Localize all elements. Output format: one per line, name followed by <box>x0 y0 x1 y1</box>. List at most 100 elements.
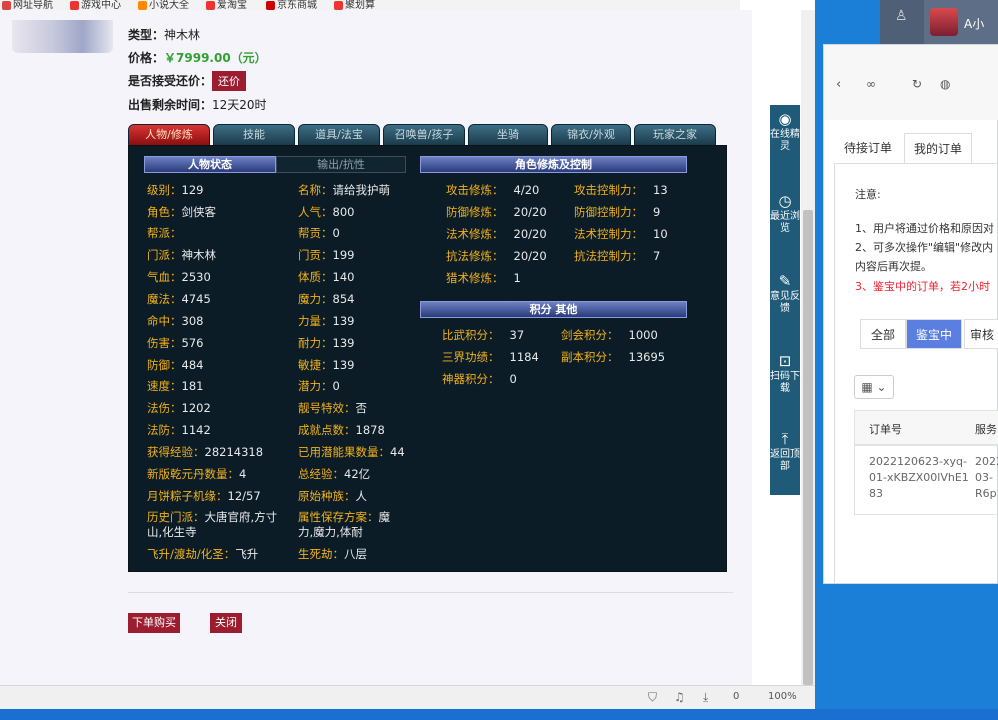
feedback-item[interactable]: ✎ 意见反馈 <box>770 274 800 315</box>
tab-pending-orders[interactable]: 待接订单 <box>834 133 902 163</box>
note-2: 2、可多次操作"编辑"修改内 <box>855 241 994 254</box>
buy-button[interactable]: 下单购买 <box>128 613 180 633</box>
stat-left-6: 命中：308 <box>147 313 203 329</box>
back-icon[interactable]: ‹ <box>836 77 841 92</box>
bookmark-1[interactable]: 网址导航 <box>2 0 53 10</box>
bargain-button[interactable]: 还价 <box>212 71 247 91</box>
tab-mounts[interactable]: 坐骑 <box>468 124 548 146</box>
tab-character[interactable]: 人物/修炼 <box>128 124 210 146</box>
stat-mid-8-label: 敏捷： <box>298 358 333 372</box>
tab-items[interactable]: 道具/法宝 <box>298 124 380 146</box>
stat-mid-17-label: 生死劫： <box>298 547 344 561</box>
table-row[interactable]: 2022120623-xyq-01-xKBZX00lVhE183 2022 03… <box>854 445 998 515</box>
close-button[interactable]: 关闭 <box>210 613 242 633</box>
stat-mid-12-value: 44 <box>390 445 405 459</box>
stat-mid-9: 潜力：0 <box>298 378 340 394</box>
stat-mid-3: 门贡：199 <box>298 247 354 263</box>
stat-mid-14-label: 原始种族： <box>298 489 356 503</box>
tab-my-orders[interactable]: 我的订单 <box>904 133 972 163</box>
stat-mid-13-value: 42亿 <box>344 467 371 481</box>
jifen-2: 神器积分： 0 <box>442 371 517 387</box>
control-3: 抗法控制力： 7 <box>574 248 660 264</box>
arrow-up-icon: ⤒ <box>781 430 789 448</box>
stat-left-14: 月饼粽子机缘：12/57 <box>147 488 261 504</box>
qrcode-item[interactable]: ⊡ 扫码下载 <box>770 354 800 395</box>
speaker-icon[interactable]: ♫ <box>674 690 685 704</box>
xiulian-4: 猎术修炼： 1 <box>446 270 521 286</box>
stat-left-10-value: 1202 <box>181 401 211 415</box>
shield-icon[interactable]: ⛉ <box>648 690 657 705</box>
refresh-icon[interactable]: ↻ <box>912 77 922 91</box>
user-icon-box[interactable]: ♙ <box>880 0 924 44</box>
zoom-level[interactable]: 100% <box>768 691 797 702</box>
back-top-item[interactable]: ⤒ 返回顶部 <box>770 430 800 473</box>
subtab-status[interactable]: 人物状态 <box>144 156 276 173</box>
stat-mid-5-value: 854 <box>332 292 355 306</box>
stat-left-12-value: 28214318 <box>204 445 264 459</box>
stat-left-15: 历史门派：大唐官府,方寸 <box>147 509 277 525</box>
stat-mid-13-label: 总经验： <box>298 467 344 481</box>
stat-mid-3-label: 门贡： <box>298 248 333 262</box>
xiulian-0-label: 攻击修炼： <box>446 183 504 197</box>
note-3: 内容后再次提。 <box>855 260 932 273</box>
jifen-2-value: 0 <box>509 372 517 386</box>
stat-left-10-label: 法伤： <box>147 401 182 415</box>
filter-appraising[interactable]: 鉴宝中 <box>906 319 962 349</box>
stat-left-12-label: 获得经验： <box>147 445 205 459</box>
jifen-header: 积分 其他 <box>420 301 687 318</box>
bargain-line: 是否接受还价： 还价 <box>128 71 247 91</box>
stat-left-0: 级别：129 <box>147 182 203 198</box>
link-icon[interactable]: ∞ <box>866 77 876 91</box>
control-1: 防御控制力： 9 <box>574 204 660 220</box>
avatar[interactable] <box>930 8 958 36</box>
stat-left-7: 伤害：576 <box>147 335 203 351</box>
jifen-1: 三界功绩： 1184 <box>442 349 539 365</box>
download-icon[interactable]: ⤓ <box>703 690 708 705</box>
stat-left-3: 门派：神木林 <box>147 247 216 263</box>
stat-left-15-label: 历史门派： <box>147 510 205 524</box>
table-header: 订单号 服务 <box>854 410 998 445</box>
character-panel: 人物状态 输出/抗性 角色修炼及控制 积分 其他 级别：129 角色：剑侠客 帮派：… <box>128 145 727 572</box>
adblock-count[interactable]: 0 <box>733 691 739 702</box>
col-service: 服务 <box>975 423 997 436</box>
scrollbar-thumb[interactable] <box>803 210 813 685</box>
bookmark-3[interactable]: 小说大全 <box>138 0 189 10</box>
stat-mid-5: 魔力：854 <box>298 291 354 307</box>
xiulian-4-value: 1 <box>513 271 521 285</box>
subtab-output[interactable]: 输出/抗性 <box>276 156 406 173</box>
stat-left-0-value: 129 <box>181 183 204 197</box>
stat-mid-1-value: 800 <box>332 205 355 219</box>
bookmark-5[interactable]: 京东商城 <box>266 0 317 10</box>
control-0-label: 攻击控制力： <box>574 183 643 197</box>
tab-home[interactable]: 玩家之家 <box>634 124 716 146</box>
bookmark-2[interactable]: 游戏中心 <box>70 0 121 10</box>
xiulian-2-label: 法术修炼： <box>446 227 504 241</box>
stat-left-11: 法防：1142 <box>147 422 211 438</box>
bookmarks-bar: 网址导航 游戏中心 小说大全 爱淘宝 京东商城 聚划算 <box>0 0 740 10</box>
stat-left-4-label: 气血： <box>147 270 182 284</box>
filter-review[interactable]: 审核 <box>964 319 998 349</box>
character-avatar <box>12 20 113 53</box>
person-icon: ♙ <box>895 8 908 24</box>
globe-icon[interactable]: ◍ <box>940 77 950 91</box>
control-2-label: 法术控制力： <box>574 227 643 241</box>
column-toggle[interactable]: ▦ ⌄ <box>854 375 894 399</box>
xiulian-3: 抗法修炼： 20/20 <box>446 248 547 264</box>
bookmark-6[interactable]: 聚划算 <box>334 0 375 10</box>
filter-all[interactable]: 全部 <box>860 319 906 349</box>
stat-mid-10: 靓号特效：否 <box>298 400 367 416</box>
online-helper-item[interactable]: ◉ 在线精灵 <box>770 112 800 153</box>
recent-item[interactable]: ◷ 最近浏览 <box>770 194 800 235</box>
tab-outfits[interactable]: 锦衣/外观 <box>551 124 631 146</box>
xiulian-1-value: 20/20 <box>513 205 547 219</box>
stat-mid-8-value: 139 <box>332 358 355 372</box>
stat-mid-9-label: 潜力： <box>298 379 333 393</box>
stat-left-6-value: 308 <box>181 314 204 328</box>
jifen-0: 比武积分： 37 <box>442 327 524 343</box>
tab-skills[interactable]: 技能 <box>213 124 295 146</box>
stat-left-7-label: 伤害： <box>147 336 182 350</box>
order-id: 2022120623-xyq-01-xKBZX00lVhE183 <box>869 455 969 500</box>
tab-pets[interactable]: 召唤兽/孩子 <box>383 124 465 146</box>
stat-mid-16-value: 力,魔力,体耐 <box>298 525 363 539</box>
bookmark-4[interactable]: 爱淘宝 <box>206 0 247 10</box>
